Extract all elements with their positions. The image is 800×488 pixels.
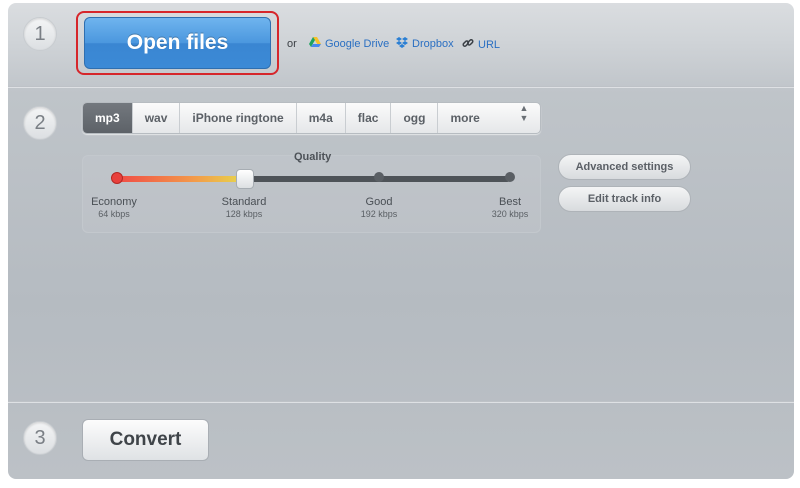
quality-slider-handle[interactable] (236, 169, 254, 189)
quality-bitrate-best: 320 kbps (491, 209, 529, 219)
dropbox-label: Dropbox (412, 38, 454, 50)
quality-stop-good[interactable] (374, 172, 384, 182)
quality-option-economy: Economy (91, 196, 137, 208)
quality-panel (82, 155, 541, 233)
quality-slider-track[interactable] (116, 176, 510, 182)
quality-label: Quality (294, 151, 332, 163)
open-files-highlight: Open files (76, 11, 279, 75)
tab-ogg[interactable]: ogg (391, 103, 439, 133)
or-text: or (287, 38, 297, 50)
step-1-number: 1 (23, 17, 57, 51)
convert-button[interactable]: Convert (82, 419, 209, 461)
tab-more[interactable]: more ▲ ▼ (438, 103, 540, 133)
converter-panel: 1 Open files or Google Drive Dropbox URL… (8, 3, 794, 479)
step-3-number: 3 (23, 421, 57, 455)
tab-flac[interactable]: flac (346, 103, 392, 133)
format-tabs: mp3 wav iPhone ringtone m4a flac ogg mor… (82, 102, 542, 134)
tab-mp3[interactable]: mp3 (83, 103, 133, 133)
tab-wav[interactable]: wav (133, 103, 181, 133)
quality-bitrate-good: 192 kbps (360, 209, 398, 219)
step-divider-2 (8, 401, 794, 403)
tab-more-label: more (450, 111, 480, 125)
tab-m4a[interactable]: m4a (297, 103, 346, 133)
quality-option-standard: Standard (221, 196, 267, 208)
open-files-button[interactable]: Open files (84, 17, 271, 69)
url-label: URL (478, 38, 501, 51)
quality-stop-economy[interactable] (111, 172, 123, 184)
quality-bitrate-economy: 64 kbps (98, 209, 130, 219)
advanced-settings-button[interactable]: Advanced settings (558, 154, 691, 180)
quality-bitrate-standard: 128 kbps (225, 209, 263, 219)
link-icon (462, 37, 474, 52)
quality-option-best: Best (498, 196, 521, 208)
quality-slider-fill (116, 176, 246, 182)
url-link[interactable]: URL (462, 37, 500, 52)
up-down-arrows-icon: ▲ ▼ (519, 103, 529, 123)
tab-iphone-ringtone[interactable]: iPhone ringtone (180, 103, 297, 133)
step-2-number: 2 (23, 106, 57, 140)
google-drive-icon (309, 37, 321, 51)
quality-option-good: Good (365, 196, 393, 208)
google-drive-link[interactable]: Google Drive (309, 37, 389, 51)
dropbox-link[interactable]: Dropbox (396, 37, 454, 51)
dropbox-icon (396, 37, 408, 51)
quality-stop-best[interactable] (505, 172, 515, 182)
google-drive-label: Google Drive (325, 38, 390, 50)
edit-track-info-button[interactable]: Edit track info (558, 186, 691, 212)
step-divider-1 (8, 86, 794, 88)
